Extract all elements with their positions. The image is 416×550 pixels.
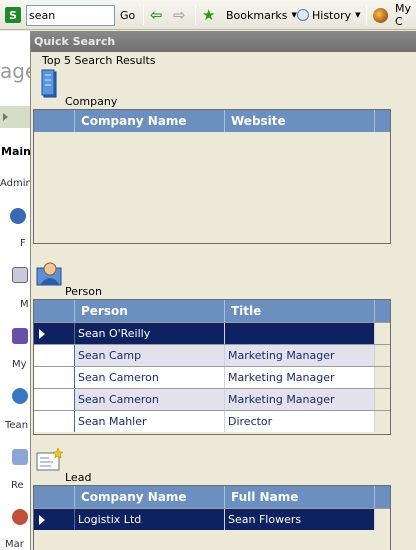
person-icon [36,262,62,286]
table-row[interactable]: Sean Cameron Marketing Manager [34,366,390,388]
row-selector[interactable] [34,323,75,344]
table-row[interactable]: Sean O'Reilly [34,322,390,344]
column-header[interactable]: Full Name [225,486,375,508]
bookmarks-menu[interactable]: Bookmarks ▼ [226,0,297,30]
background-main-label: Main [1,145,30,158]
chevron-down-icon: ▼ [355,11,361,19]
background-nav-item: M [20,299,29,310]
background-nav-band [0,106,30,128]
table-row[interactable]: Sean Camp Marketing Manager [34,344,390,366]
go-button[interactable]: Go [120,0,135,30]
table-row[interactable]: Sean Cameron Marketing Manager [34,388,390,410]
column-header[interactable]: Website [225,110,375,132]
background-nav-item: My [12,359,27,370]
background-nav-icon [12,388,28,404]
building-icon [41,69,57,98]
panel-title: Quick Search [31,31,416,52]
company-grid-header: Company Name Website [34,110,390,132]
person-name-cell[interactable]: Sean Mahler [75,411,225,432]
clock-icon [297,9,309,21]
row-selector[interactable] [34,389,75,410]
browser-toolbar: S Go ⇦ ⇨ ★ Bookmarks ▼ History ▼ My C [0,0,416,30]
cog-icon[interactable] [373,8,388,23]
lead-company-cell[interactable]: Logistix Ltd [75,509,225,530]
column-header[interactable]: Title [225,300,375,322]
results-group-title: Top 5 Search Results [40,54,158,67]
company-results-grid: Company Name Website [33,109,391,244]
background-nav-item: Admini [0,178,30,189]
lead-card-icon [36,448,64,471]
background-nav-item: F [20,238,26,249]
person-title-cell[interactable]: Marketing Manager [225,345,375,366]
my-menu[interactable]: My C [395,0,416,30]
person-title-cell[interactable]: Marketing Manager [225,367,375,388]
background-nav-icon [12,267,28,283]
toolbar-separator [143,5,144,25]
lead-results-grid: Company Name Full Name Logistix Ltd Sean… [33,485,391,550]
background-nav-item: Mar [5,539,24,550]
forward-arrow-icon[interactable]: ⇨ [173,0,186,30]
column-header[interactable]: Company Name [75,486,225,508]
background-nav-icon [12,328,28,344]
background-nav-icon [10,208,26,224]
person-grid-header: Person Title [34,300,390,322]
search-engine-icon[interactable]: S [5,7,21,23]
back-arrow-icon[interactable]: ⇦ [150,0,163,30]
person-name-cell[interactable]: Sean Camp [75,345,225,366]
person-title-cell[interactable]: Marketing Manager [225,389,375,410]
background-nav-item: Re [11,480,24,491]
toolbar-separator [195,5,196,25]
bookmarks-label: Bookmarks [226,8,288,22]
toolbar-separator [366,5,367,25]
background-app: age Main Admini F M My Tean Re Mar [0,31,30,550]
person-section-label: Person [65,285,102,298]
company-section-label: Company [65,95,118,108]
background-nav-icon [12,509,28,525]
person-name-cell[interactable]: Sean Cameron [75,367,225,388]
lead-section-label: Lead [65,471,92,484]
history-menu[interactable]: History ▼ [312,0,361,30]
star-icon: ★ [202,6,216,24]
current-row-icon [39,514,45,525]
row-selector-header [34,300,75,322]
lead-name-cell[interactable]: Sean Flowers [225,509,375,530]
lead-grid-header: Company Name Full Name [34,486,390,508]
current-row-icon [39,328,45,339]
row-selector[interactable] [34,345,75,366]
row-selector[interactable] [34,367,75,388]
person-results-grid: Person Title Sean O'Reilly Sean Camp Mar… [33,299,391,435]
table-row[interactable]: Sean Mahler Director [34,410,390,432]
background-nav-item: Tean [5,420,29,431]
history-label: History [312,8,352,22]
row-selector-header [34,110,75,132]
person-title-cell[interactable] [225,323,375,344]
person-title-cell[interactable]: Director [225,411,375,432]
background-nav-icon [12,449,28,465]
background-heading: age [0,59,30,83]
search-input[interactable] [26,5,115,26]
row-selector[interactable] [34,509,75,530]
row-selector-header [34,486,75,508]
column-header[interactable]: Company Name [75,110,225,132]
row-selector[interactable] [34,411,75,432]
person-name-cell[interactable]: Sean O'Reilly [75,323,225,344]
column-header[interactable]: Person [75,300,225,322]
table-row[interactable]: Logistix Ltd Sean Flowers [34,508,390,530]
person-name-cell[interactable]: Sean Cameron [75,389,225,410]
